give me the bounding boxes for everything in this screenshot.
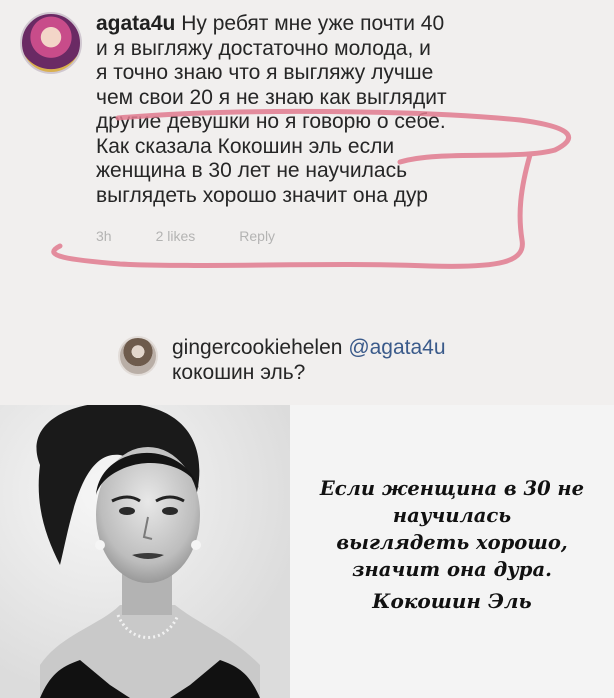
- instagram-comments-screenshot: agata4u Ну ребят мне уже почти 40 и я вы…: [0, 0, 614, 405]
- quote-text: Если женщина в 30 не научилась выглядеть…: [319, 477, 585, 581]
- reply-button[interactable]: Reply: [239, 228, 275, 244]
- comment-gingercookiehelen: gingercookiehelen @agata4u кокошин эль?: [118, 336, 592, 385]
- comment-agata4u: agata4u Ну ребят мне уже почти 40 и я вы…: [20, 12, 536, 244]
- comment-meta: 3h 2 likes Reply: [96, 228, 536, 244]
- comment-text: gingercookiehelen @agata4u кокошин эль?: [172, 336, 592, 385]
- quote-poster: Если женщина в 30 не научилась выглядеть…: [0, 405, 614, 698]
- avatar[interactable]: [118, 336, 158, 376]
- comment-time: 3h: [96, 228, 112, 244]
- comment-message: Ну ребят мне уже почти 40 и я выгляжу до…: [96, 12, 447, 207]
- comment-username[interactable]: gingercookiehelen: [172, 336, 342, 359]
- quote-author: Кокошин Эль: [372, 589, 532, 613]
- comment-likes[interactable]: 2 likes: [156, 228, 196, 244]
- avatar[interactable]: [20, 12, 82, 74]
- comment-body: agata4u Ну ребят мне уже почти 40 и я вы…: [96, 12, 536, 244]
- comment-body: gingercookiehelen @agata4u кокошин эль?: [172, 336, 592, 385]
- comment-message: кокошин эль?: [172, 360, 306, 384]
- comment-mention[interactable]: @agata4u: [348, 336, 445, 359]
- comment-text: agata4u Ну ребят мне уже почти 40 и я вы…: [96, 12, 536, 208]
- woman-portrait-image: [0, 405, 290, 698]
- comment-username[interactable]: agata4u: [96, 12, 175, 35]
